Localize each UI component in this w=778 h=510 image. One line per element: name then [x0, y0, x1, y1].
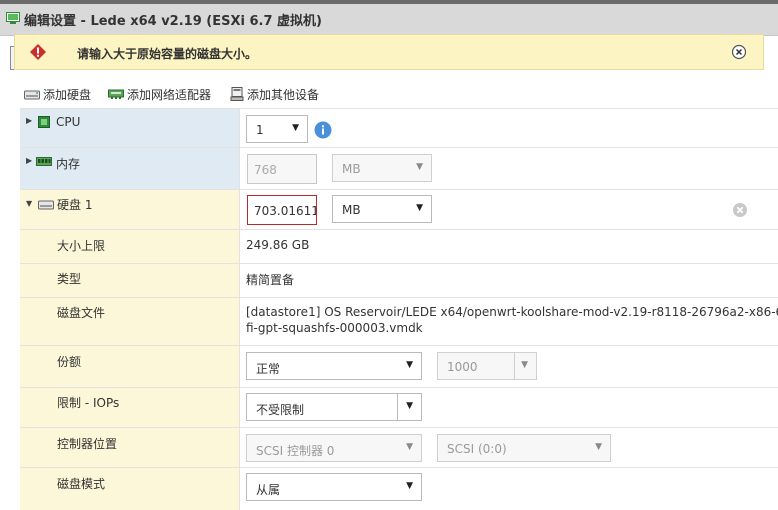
- shares-label: 份额: [57, 355, 82, 369]
- limit-iops-row: 限制 - IOPs 不受限制 ▼: [20, 388, 778, 428]
- controller-label-cell: 控制器位置: [20, 428, 240, 467]
- cpu-label: CPU: [56, 115, 81, 129]
- controller-label: 控制器位置: [57, 437, 118, 451]
- window-title: 编辑设置 - Lede x64 v2.19 (ESXi 6.7 虚拟机): [24, 14, 322, 29]
- disk-unit-select[interactable]: MB ▼: [332, 195, 432, 223]
- cpu-label-cell[interactable]: ▶ CPU: [20, 109, 240, 147]
- disk-type-row: 类型 精简置备: [20, 264, 778, 298]
- disk-file-path-line1: [datastore1] OS Reservoir/LEDE x64/openw…: [246, 305, 778, 319]
- chevron-down-icon: ▼: [406, 481, 413, 491]
- disk-type-value: 精简置备: [246, 273, 295, 287]
- disk-label: 硬盘 1: [57, 198, 93, 212]
- disk-label-cell[interactable]: ▼ 硬盘 1: [20, 190, 240, 229]
- memory-label-cell[interactable]: ▶ 内存: [20, 148, 240, 189]
- disk-file-path-line2: fi-gpt-squashfs-000003.vmdk: [246, 321, 423, 335]
- max-size-row: 大小上限 249.86 GB: [20, 230, 778, 264]
- disk-row: ▼ 硬盘 1 703.01611 MB ▼: [20, 190, 778, 230]
- window-titlebar: 编辑设置 - Lede x64 v2.19 (ESXi 6.7 虚拟机): [0, 0, 778, 36]
- remove-icon[interactable]: [733, 203, 747, 217]
- controller-row: 控制器位置 SCSI 控制器 0 ▼ SCSI (0:0) ▼: [20, 428, 778, 468]
- chevron-down-icon: ▼: [416, 203, 423, 213]
- chevron-down-icon: ▼: [406, 442, 413, 452]
- disk-mode-value: 从属: [256, 483, 281, 497]
- disk-type-label-cell: 类型: [20, 264, 240, 297]
- limit-iops-label: 限制 - IOPs: [57, 396, 120, 410]
- shares-value: 正常: [256, 362, 281, 376]
- cpu-count-value: 1: [256, 123, 264, 137]
- limit-iops-value: 不受限制: [256, 403, 305, 417]
- nic-icon: [108, 89, 124, 99]
- warning-banner: 请输入大于原始容量的磁盘大小。: [14, 34, 764, 70]
- max-size-value: 249.86 GB: [246, 238, 310, 252]
- shares-number-value: 1000: [447, 360, 478, 374]
- close-icon[interactable]: [731, 44, 747, 60]
- memory-row: ▶ 内存 768 MB ▼: [20, 148, 778, 190]
- vm-icon: [6, 12, 20, 24]
- device-icon: [230, 87, 244, 101]
- add-nic-label: 添加网络适配器: [127, 87, 212, 102]
- cpu-row: ▶ CPU 1 ▼: [20, 108, 778, 148]
- warning-icon: [30, 44, 46, 60]
- max-size-label: 大小上限: [57, 239, 106, 253]
- add-other-device-button[interactable]: 添加其他设备: [230, 84, 319, 104]
- expand-arrow-icon[interactable]: ▶: [26, 116, 32, 125]
- disk-file-label-cell: 磁盘文件: [20, 298, 240, 345]
- controller-select[interactable]: SCSI 控制器 0 ▼: [246, 434, 422, 462]
- add-disk-button[interactable]: 添加硬盘: [24, 84, 91, 104]
- memory-unit-value: MB: [342, 162, 361, 176]
- shares-select[interactable]: 正常 ▼: [246, 352, 422, 380]
- memory-unit-select[interactable]: MB ▼: [332, 154, 432, 182]
- chevron-down-icon: ▼: [292, 123, 299, 133]
- memory-size-input[interactable]: 768: [247, 154, 317, 184]
- shares-label-cell: 份额: [20, 346, 240, 387]
- chevron-down-icon: ▼: [595, 442, 602, 452]
- disk-mode-select[interactable]: 从属 ▼: [246, 473, 422, 501]
- spinner-divider: [514, 353, 515, 379]
- disk-type-label: 类型: [57, 272, 82, 286]
- add-other-device-label: 添加其他设备: [247, 87, 320, 102]
- collapse-arrow-icon[interactable]: ▼: [26, 199, 32, 208]
- controller-slot-select[interactable]: SCSI (0:0) ▼: [437, 434, 611, 462]
- chevron-down-icon: ▼: [406, 360, 413, 370]
- add-disk-label: 添加硬盘: [43, 87, 92, 102]
- disk-file-row: 磁盘文件 [datastore1] OS Reservoir/LEDE x64/…: [20, 298, 778, 346]
- controller-value: SCSI 控制器 0: [256, 444, 335, 458]
- max-size-label-cell: 大小上限: [20, 230, 240, 263]
- chevron-down-icon: ▼: [416, 162, 423, 172]
- titlebar-top-border: [0, 0, 778, 4]
- memory-icon: [36, 157, 52, 166]
- chevron-down-icon: ▼: [406, 401, 413, 411]
- disk-file-label: 磁盘文件: [57, 306, 106, 320]
- disk-mode-row: 磁盘模式 从属 ▼: [20, 468, 778, 510]
- limit-iops-label-cell: 限制 - IOPs: [20, 388, 240, 427]
- disk-unit-value: MB: [342, 203, 361, 217]
- expand-arrow-icon[interactable]: ▶: [26, 156, 32, 165]
- disk-icon: [24, 90, 40, 100]
- disk-icon: [38, 200, 54, 210]
- memory-label: 内存: [56, 157, 81, 171]
- shares-number-spinner[interactable]: 1000 ▼: [437, 352, 537, 380]
- disk-mode-label: 磁盘模式: [57, 477, 106, 491]
- cpu-count-select[interactable]: 1 ▼: [246, 115, 308, 143]
- combobox-divider: [397, 394, 398, 420]
- cpu-icon: [38, 116, 50, 128]
- info-icon[interactable]: [314, 121, 332, 139]
- controller-slot-value: SCSI (0:0): [447, 442, 507, 456]
- disk-mode-label-cell: 磁盘模式: [20, 468, 240, 510]
- add-nic-button[interactable]: 添加网络适配器: [108, 84, 211, 104]
- limit-iops-combobox[interactable]: 不受限制 ▼: [246, 393, 422, 421]
- disk-size-input[interactable]: 703.01611: [247, 195, 317, 225]
- warning-message: 请输入大于原始容量的磁盘大小。: [77, 47, 258, 61]
- chevron-down-icon: ▼: [521, 360, 528, 370]
- shares-row: 份额 正常 ▼ 1000 ▼: [20, 346, 778, 388]
